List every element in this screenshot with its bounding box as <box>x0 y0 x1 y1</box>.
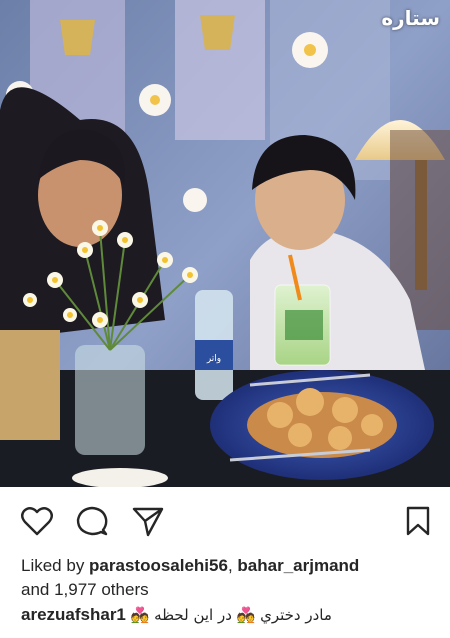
liked-user-link[interactable]: bahar_arjmand <box>237 556 359 575</box>
heart-icon[interactable] <box>19 503 55 539</box>
liked-user-link[interactable]: parastoosalehi56 <box>89 556 228 575</box>
post-caption: arezuafshar1 مادر دختري 💑 در اين لحظه 💑 <box>21 603 441 627</box>
likes-prefix: Liked by <box>21 556 90 575</box>
likes-separator: , <box>227 556 238 575</box>
comment-icon[interactable] <box>74 503 110 539</box>
likes-summary: Liked by parastoosalehi56, bahar_arjmand… <box>21 554 441 602</box>
caption-username[interactable]: arezuafshar1 <box>21 605 126 624</box>
post-action-bar <box>0 487 450 553</box>
likes-count[interactable]: and 1,977 others <box>21 580 149 599</box>
caption-text: مادر دختري 💑 در اين لحظه 💑 <box>130 606 332 624</box>
send-icon[interactable] <box>130 503 166 539</box>
bookmark-icon[interactable] <box>400 503 436 539</box>
watermark-logo: ستاره <box>381 6 440 30</box>
photo-scene: واتر <box>0 0 450 487</box>
bottle-label: واتر <box>206 354 221 364</box>
post-photo[interactable]: واتر ستاره <box>0 0 450 487</box>
